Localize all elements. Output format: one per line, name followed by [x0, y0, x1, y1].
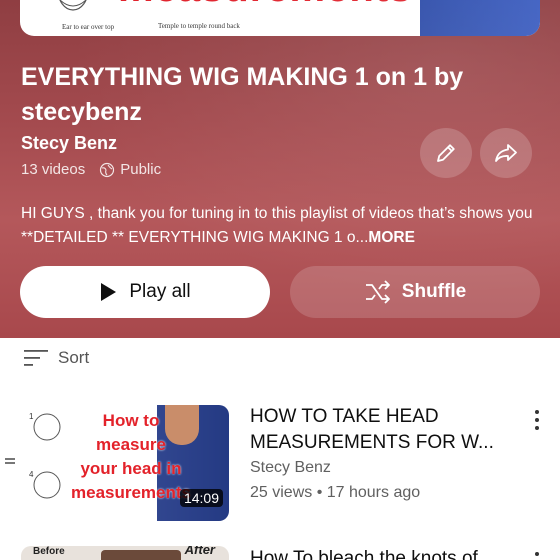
- playlist-title: EVERYTHING WIG MAKING 1 on 1 by stecyben…: [21, 63, 464, 126]
- playlist-owner[interactable]: Stecy Benz: [21, 133, 117, 154]
- play-icon: [101, 283, 117, 301]
- video-title[interactable]: How To bleach the knots of: [250, 548, 478, 560]
- thumbnail-hair: [101, 550, 181, 560]
- video-thumbnail[interactable]: 1 4 How to measure your head in measurem…: [21, 405, 229, 521]
- thumbnail-before-label: Before: [33, 546, 65, 557]
- edit-button[interactable]: [420, 128, 472, 178]
- more-options-icon[interactable]: [532, 410, 542, 432]
- cover-title: measurements: [118, 0, 412, 11]
- playlist-meta: 13 videos Public: [21, 161, 161, 178]
- head-sketch-icon: [59, 0, 87, 11]
- playlist-cover-image[interactable]: measurements Ear to ear over top Temple …: [20, 0, 540, 36]
- video-count: 13 videos: [21, 161, 86, 178]
- video-meta: 25 views • 17 hours ago: [250, 484, 421, 501]
- thumbnail-caption-line: your head in: [80, 459, 182, 478]
- thumbnail-after-label: After: [184, 546, 215, 557]
- cover-label-left: Ear to ear over top: [62, 23, 115, 31]
- svg-text:1: 1: [29, 412, 34, 421]
- cover-shirt: [420, 0, 540, 36]
- shuffle-label: Shuffle: [401, 281, 467, 302]
- cover-label-right: Temple to temple round back: [158, 22, 240, 30]
- play-all-button[interactable]: Play all: [20, 266, 270, 318]
- description-text: HI GUYS , thank you for tuning in to thi…: [21, 205, 533, 246]
- playlist-header: measurements Ear to ear over top Temple …: [0, 0, 560, 338]
- video-title[interactable]: HOW TO TAKE HEAD MEASUREMENTS FOR W...: [250, 404, 520, 456]
- visibility: Public: [99, 161, 161, 178]
- head-sketch-icon: 1: [29, 412, 61, 441]
- thumbnail-caption-line: measure: [96, 435, 166, 454]
- more-options-icon[interactable]: [532, 552, 542, 560]
- head-sketch-icon: 4: [29, 470, 61, 499]
- svg-text:4: 4: [29, 470, 34, 479]
- thumbnail-caption-line: How to: [102, 411, 160, 430]
- video-thumbnail[interactable]: Before After: [21, 546, 229, 560]
- playlist-description[interactable]: HI GUYS , thank you for tuning in to thi…: [21, 202, 541, 250]
- share-arrow-icon: [495, 144, 517, 162]
- drag-handle-icon[interactable]: [5, 458, 15, 468]
- share-button[interactable]: [480, 128, 532, 178]
- sort-button[interactable]: Sort: [24, 348, 89, 368]
- sort-label: Sort: [58, 348, 90, 367]
- play-all-label: Play all: [129, 281, 191, 302]
- duration-badge: 14:09: [179, 489, 223, 507]
- more-link[interactable]: MORE: [368, 229, 415, 246]
- thumbnail-caption: How to measure your head in measurements: [71, 409, 191, 505]
- video-channel: Stecy Benz: [250, 459, 331, 476]
- shuffle-button[interactable]: Shuffle: [290, 266, 540, 318]
- visibility-label: Public: [120, 161, 162, 178]
- globe-icon: [100, 162, 115, 177]
- thumbnail-caption-line: measurements: [71, 483, 192, 502]
- sort-icon: [24, 350, 48, 366]
- pencil-icon: [437, 144, 455, 162]
- shuffle-icon: [365, 280, 390, 304]
